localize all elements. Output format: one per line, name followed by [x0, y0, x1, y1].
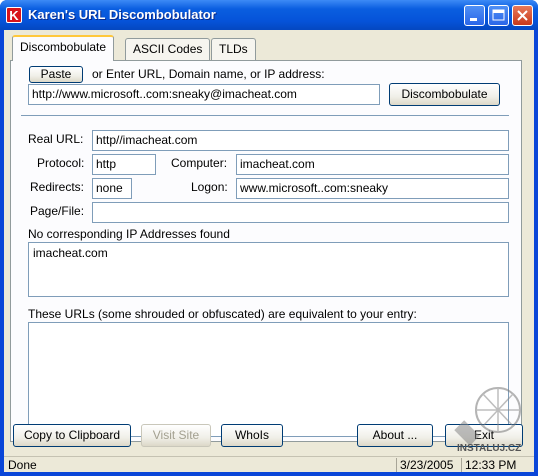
status-bar: Done 3/23/2005 12:33 PM: [4, 456, 534, 472]
separator-line: [21, 115, 509, 116]
page-file-label: Page/File:: [30, 204, 85, 218]
status-time: 12:33 PM: [461, 458, 531, 472]
copy-to-clipboard-button[interactable]: Copy to Clipboard: [13, 424, 131, 447]
watermark-text: INSTALUJ.CZ: [457, 443, 522, 454]
maximize-button[interactable]: [488, 5, 509, 26]
about-button[interactable]: About ...: [357, 424, 433, 447]
title-bar[interactable]: K Karen's URL Discombobulator: [0, 0, 538, 30]
redirects-label: Redirects:: [30, 180, 85, 194]
equivalent-urls-heading: These URLs (some shrouded or obfuscated)…: [28, 307, 417, 321]
maximize-icon: [492, 9, 505, 21]
paste-button[interactable]: Paste: [29, 66, 83, 83]
close-icon: [517, 10, 528, 21]
whois-button[interactable]: WhoIs: [221, 424, 283, 447]
visit-site-button[interactable]: Visit Site: [141, 424, 211, 447]
app-window: K Karen's URL Discombobulator Discombobu…: [0, 0, 538, 476]
ip-addresses-heading: No corresponding IP Addresses found: [28, 227, 230, 241]
minimize-button[interactable]: [464, 5, 485, 26]
ip-addresses-list[interactable]: imacheat.com: [28, 242, 509, 297]
equivalent-urls-list[interactable]: [28, 322, 509, 437]
tab-ascii-codes[interactable]: ASCII Codes: [125, 38, 211, 60]
status-text: Done: [8, 458, 37, 472]
url-input[interactable]: http://www.microsoft..com:sneaky@imachea…: [28, 84, 380, 105]
minimize-icon: [470, 18, 477, 21]
url-prompt-label: or Enter URL, Domain name, or IP address…: [92, 67, 325, 81]
real-url-field[interactable]: http//imacheat.com: [92, 130, 509, 151]
redirects-field[interactable]: none: [92, 178, 132, 199]
status-date: 3/23/2005: [396, 458, 460, 472]
app-icon: K: [6, 7, 22, 23]
discombobulate-button[interactable]: Discombobulate: [389, 83, 500, 106]
protocol-label: Protocol:: [37, 156, 85, 170]
close-button[interactable]: [512, 5, 533, 26]
logon-label: Logon:: [191, 180, 228, 194]
protocol-field[interactable]: http: [92, 154, 156, 175]
tab-tlds[interactable]: TLDs: [211, 38, 256, 60]
real-url-label: Real URL:: [28, 132, 84, 146]
logon-field[interactable]: www.microsoft..com:sneaky: [236, 178, 509, 199]
window-title: Karen's URL Discombobulator: [28, 7, 216, 22]
computer-field[interactable]: imacheat.com: [236, 154, 509, 175]
computer-label: Computer:: [171, 156, 228, 170]
tab-discombobulate[interactable]: Discombobulate: [12, 35, 115, 61]
discombobulate-panel: Paste or Enter URL, Domain name, or IP a…: [10, 60, 522, 442]
page-file-field[interactable]: [92, 202, 509, 223]
